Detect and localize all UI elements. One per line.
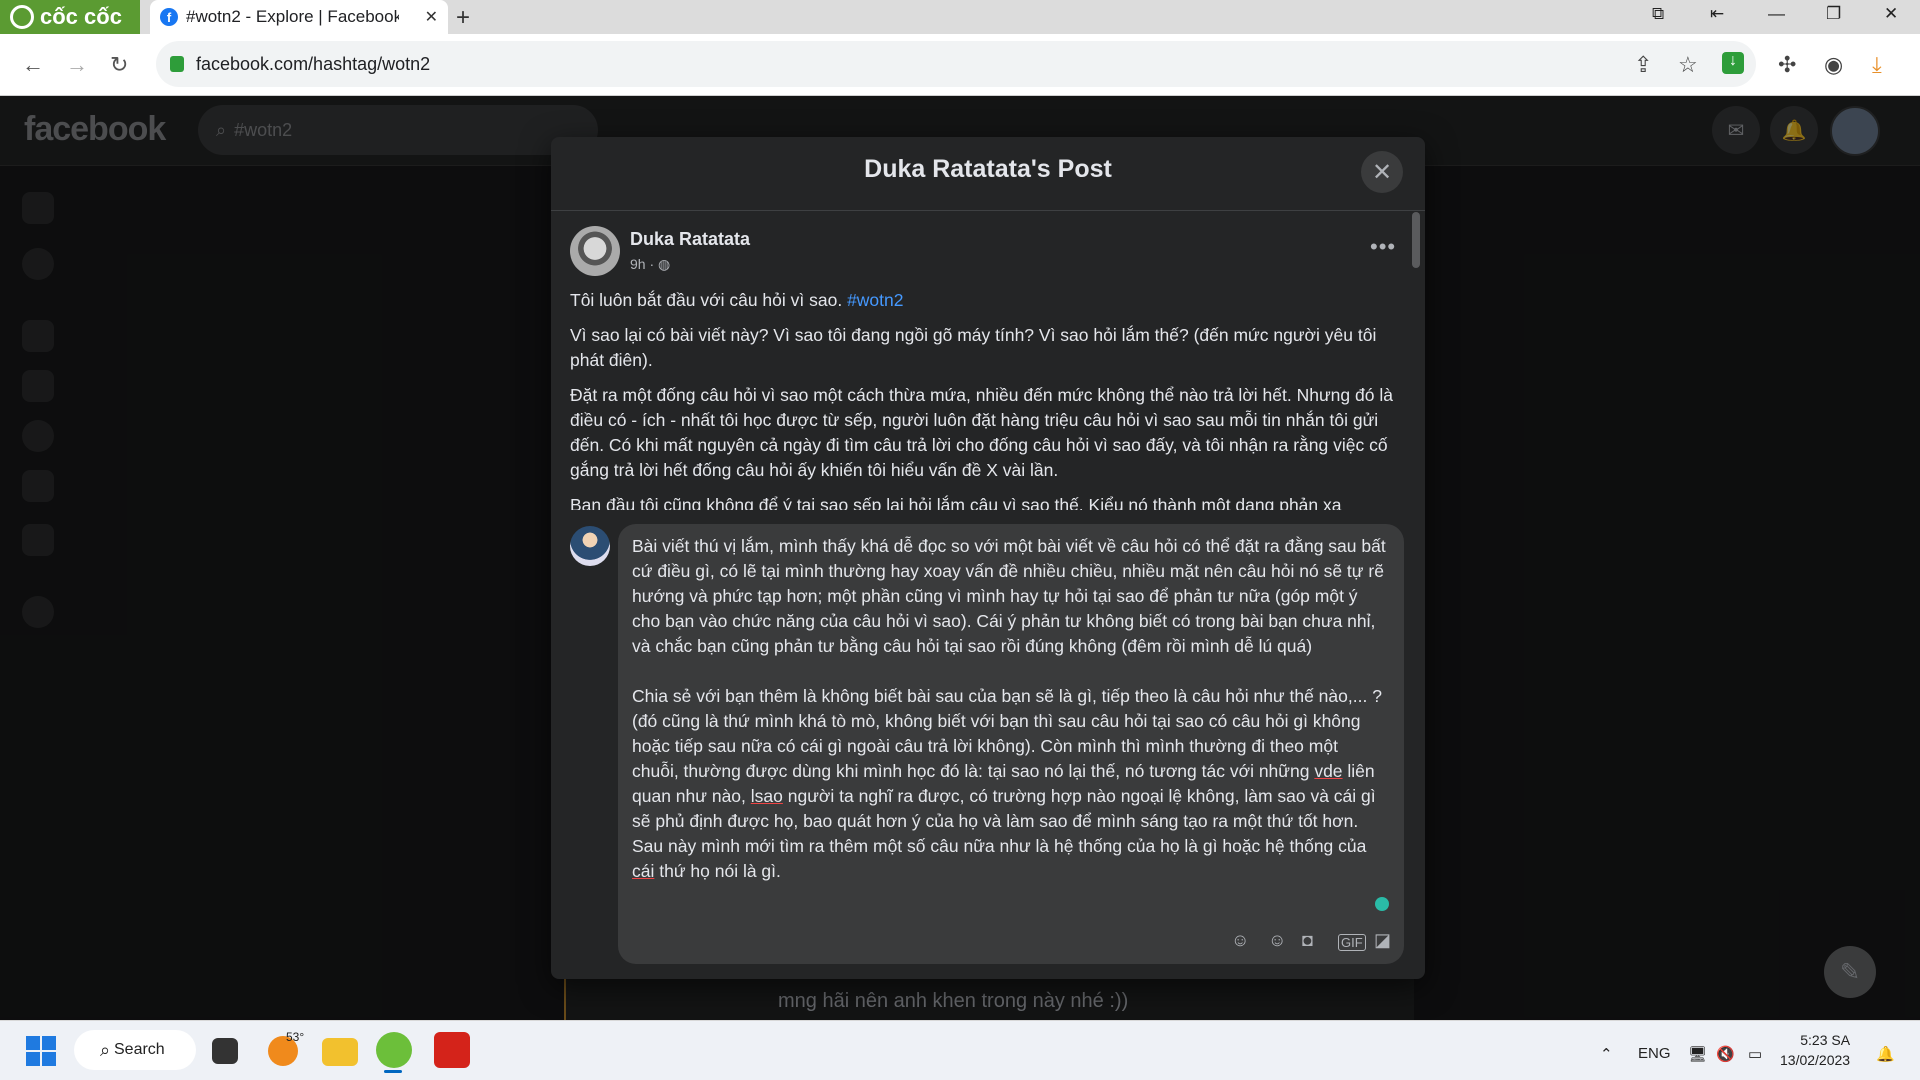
post-paragraph: Ban đầu tôi cũng không để ý tại sao sếp … [570, 495, 1342, 510]
modal-divider [551, 210, 1425, 211]
address-bar[interactable]: facebook.com/hashtag/wotn2 [156, 41, 1756, 87]
date: 13/02/2023 [1780, 1052, 1851, 1068]
tab-title: #wotn2 - Explore | Facebook [186, 7, 399, 26]
sticker-icon[interactable]: ◪ [1374, 930, 1391, 951]
taskbar-search[interactable]: Search [74, 1030, 196, 1070]
volume-muted-icon[interactable]: 🔇 [1716, 1045, 1735, 1063]
post-paragraph: Vì sao lại có bài viết này? Vì sao tôi đ… [570, 325, 1377, 370]
tab-search-icon[interactable]: ⇤ [1710, 4, 1724, 24]
url-text: facebook.com/hashtag/wotn2 [196, 53, 431, 74]
task-view-icon[interactable] [212, 1038, 238, 1064]
language-indicator[interactable]: ENG [1638, 1045, 1671, 1062]
background-post-text: mng hãi nên anh khen trong này nhé :)) [778, 990, 1129, 1012]
emoji-icon[interactable]: ☺ [1268, 930, 1286, 951]
close-tab-icon[interactable]: ✕ [425, 7, 438, 27]
close-modal-button[interactable]: ✕ [1361, 151, 1403, 193]
brand-label: cốc cốc [40, 4, 122, 29]
browser-brand-button[interactable]: cốc cốc [0, 0, 140, 34]
bookmark-star-icon[interactable]: ☆ [1678, 52, 1698, 78]
post-body: Tôi luôn bắt đầu với câu hỏi vì sao. #wo… [570, 288, 1404, 510]
close-window-icon[interactable]: ✕ [1884, 4, 1898, 24]
back-icon[interactable]: ← [22, 52, 44, 78]
notification-bell-icon[interactable]: 🔔 [1876, 1045, 1895, 1063]
minimize-icon[interactable]: — [1768, 4, 1785, 24]
grammar-check-icon[interactable] [1375, 897, 1389, 911]
globe-icon: ◍ [658, 256, 671, 272]
coccoc-taskbar-icon[interactable] [376, 1032, 412, 1068]
battery-icon[interactable]: ▭ [1748, 1045, 1762, 1063]
post-author-avatar[interactable] [570, 226, 620, 276]
profile-icon[interactable]: ◉ [1824, 52, 1843, 78]
secure-lock-icon [170, 56, 184, 72]
tray-chevron-icon[interactable]: ⌃ [1600, 1045, 1613, 1063]
download-extension-icon[interactable]: ↓ [1722, 52, 1744, 74]
acrobat-icon[interactable] [434, 1032, 470, 1068]
coccoc-logo-icon [10, 5, 34, 29]
modal-scrollbar[interactable] [1412, 212, 1420, 268]
post-time[interactable]: 9h · [630, 256, 658, 272]
avatar-sticker-icon[interactable]: ☺ [1231, 930, 1249, 951]
new-tab-button[interactable]: + [456, 4, 470, 32]
forward-icon[interactable]: → [66, 52, 88, 78]
reload-icon[interactable]: ↻ [110, 52, 128, 78]
more-options-icon[interactable]: ••• [1370, 234, 1396, 260]
weather-temp: 53° [286, 1030, 305, 1044]
misspelled-word: lsao [750, 786, 783, 806]
camera-icon[interactable]: ◘ [1302, 930, 1313, 951]
facebook-favicon-icon: f [160, 8, 178, 26]
gif-icon[interactable]: GIF [1338, 934, 1366, 951]
clock[interactable]: 5:23 SA 13/02/2023 [1780, 1030, 1850, 1070]
hashtag-link[interactable]: #wotn2 [847, 290, 903, 310]
share-icon[interactable]: ⇪ [1634, 52, 1652, 78]
comment-text[interactable]: Bài viết thú vị lắm, mình thấy khá dễ đọ… [632, 534, 1388, 884]
post-meta: 9h · ◍ [630, 256, 670, 273]
time: 5:23 SA [1800, 1032, 1851, 1048]
search-icon: ⌕ [100, 1040, 111, 1060]
running-indicator [384, 1070, 402, 1073]
misspelled-word: cái [632, 861, 655, 881]
post-paragraph: Đặt ra một đống câu hỏi vì sao một cách … [570, 385, 1393, 480]
downloads-icon[interactable]: ⤓ [1872, 52, 1882, 78]
maximize-icon[interactable]: ❐ [1826, 4, 1841, 24]
modal-title: Duka Ratatata's Post [864, 155, 1112, 183]
post-author-name[interactable]: Duka Ratatata [630, 229, 750, 250]
screenshot-icon[interactable]: ⧉ [1652, 4, 1664, 24]
commenter-avatar[interactable] [570, 526, 610, 566]
extensions-icon[interactable]: ✣ [1778, 52, 1796, 78]
new-message-icon[interactable]: ✎ [1824, 946, 1876, 998]
network-icon[interactable]: 🖥 [1688, 1045, 1707, 1063]
windows-start-icon[interactable] [26, 1036, 56, 1066]
tab-facebook[interactable]: f #wotn2 - Explore | Facebook ✕ [150, 0, 448, 34]
misspelled-word: vde [1314, 761, 1343, 781]
post-paragraph: Tôi luôn bắt đầu với câu hỏi vì sao. #wo… [570, 290, 904, 310]
file-explorer-icon[interactable] [322, 1038, 358, 1066]
